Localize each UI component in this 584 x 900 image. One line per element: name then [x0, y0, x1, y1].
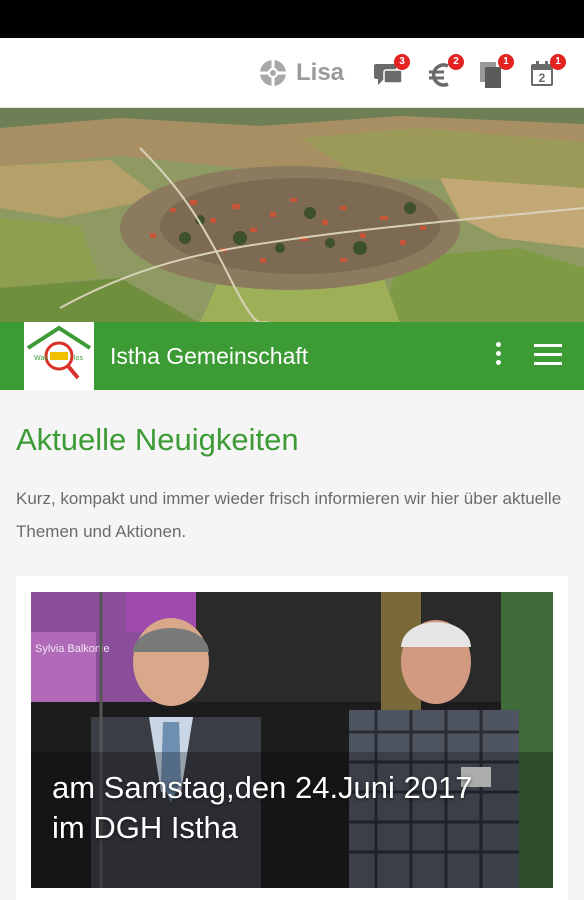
calendar-badge: 1 — [550, 54, 566, 70]
status-bar — [0, 0, 584, 38]
messages-badge: 3 — [394, 54, 410, 70]
overflow-menu-icon[interactable] — [488, 342, 508, 370]
svg-text:los: los — [74, 355, 83, 362]
user-logo-icon — [260, 60, 286, 86]
user-account[interactable]: Lisa — [258, 56, 344, 90]
svg-text:Was: Was — [34, 355, 48, 362]
section-intro: Kurz, kompakt und immer wieder frisch in… — [16, 489, 562, 541]
user-name: Lisa — [296, 59, 345, 86]
app-title: Istha Gemeinschaft — [110, 343, 309, 369]
finance-badge: 2 — [448, 54, 464, 70]
svg-text:Sylvia Balkonie: Sylvia Balkonie — [35, 643, 110, 655]
messages-button[interactable]: 3 — [372, 54, 412, 94]
app-bar: Was los Istha Gemeinschaft — [0, 322, 584, 390]
app-logo[interactable]: Was los — [24, 322, 94, 390]
calendar-button[interactable]: 2 1 — [528, 54, 568, 94]
hero-aerial-village-image — [0, 108, 584, 323]
finance-button[interactable]: 2 — [426, 54, 466, 94]
documents-button[interactable]: 1 — [476, 54, 516, 94]
magnifier-logo-icon: Was los — [24, 322, 94, 390]
hamburger-menu-icon[interactable] — [534, 344, 564, 368]
svg-text:2: 2 — [539, 71, 546, 85]
main-content: Aktuelle Neuigkeiten Kurz, kompakt und i… — [0, 390, 584, 900]
top-bar: Lisa 3 2 1 2 1 — [0, 38, 584, 108]
news-card[interactable]: Sylvia Balkonie am Samstag,den 24.Juni 2… — [16, 576, 568, 900]
documents-badge: 1 — [498, 54, 514, 70]
news-caption[interactable]: am Samstag,den 24.Juni 2017 im DGH Istha — [52, 768, 512, 848]
section-title: Aktuelle Neuigkeiten — [16, 422, 299, 457]
